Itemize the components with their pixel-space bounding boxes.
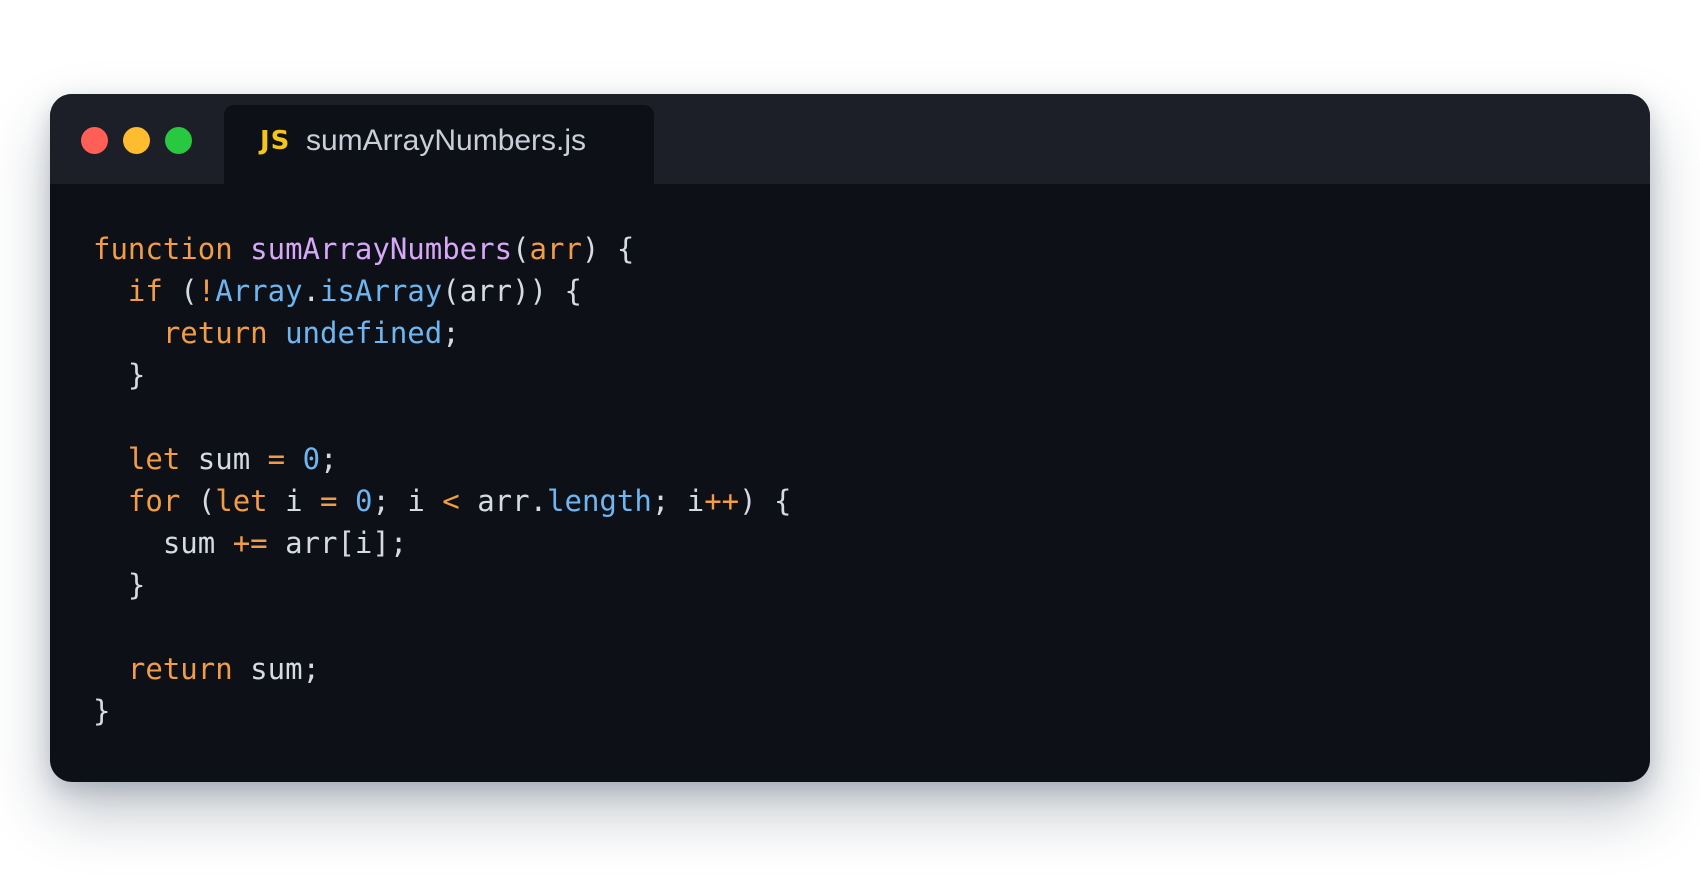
code-token: ; i bbox=[372, 484, 443, 518]
file-tab-label: sumArrayNumbers.js bbox=[306, 124, 587, 157]
code-token: length bbox=[547, 484, 652, 518]
code-line: sum += arr[i]; bbox=[93, 522, 792, 564]
code-window: JS sumArrayNumbers.js function sumArrayN… bbox=[50, 94, 1650, 782]
code-token: < bbox=[442, 484, 460, 518]
code-token: if bbox=[127, 274, 163, 308]
code-token: = bbox=[267, 442, 286, 476]
code-token: ( bbox=[512, 232, 530, 266]
code-token: for bbox=[127, 484, 181, 518]
code-token: let bbox=[215, 484, 268, 518]
code-line: } bbox=[93, 690, 792, 732]
code-line: let sum = 0; bbox=[93, 438, 792, 480]
code-token: ) { bbox=[581, 232, 635, 266]
code-token: } bbox=[93, 358, 146, 392]
code-token: return bbox=[127, 652, 233, 686]
code-token: } bbox=[93, 694, 111, 728]
code-token: . bbox=[302, 274, 321, 308]
code-token: return bbox=[162, 316, 268, 350]
code-line: for (let i = 0; i < arr.length; i++) { bbox=[93, 480, 792, 522]
code-token: ; i bbox=[651, 484, 705, 518]
code-line: return sum; bbox=[93, 648, 792, 690]
maximize-window-button[interactable] bbox=[165, 127, 192, 154]
code-token: } bbox=[93, 568, 146, 602]
code-token: let bbox=[127, 442, 181, 476]
file-tab[interactable]: JS sumArrayNumbers.js bbox=[224, 105, 654, 184]
code-token: arr. bbox=[459, 484, 548, 518]
code-line: if (!Array.isArray(arr)) { bbox=[93, 270, 792, 312]
code-line: } bbox=[93, 354, 792, 396]
code-token: (arr)) { bbox=[442, 274, 582, 308]
code-editor[interactable]: function sumArrayNumbers(arr) { if (!Arr… bbox=[93, 228, 792, 732]
code-token: arr[i]; bbox=[267, 526, 408, 560]
code-token: 0 bbox=[354, 484, 373, 518]
code-line: return undefined; bbox=[93, 312, 792, 354]
minimize-window-button[interactable] bbox=[123, 127, 150, 154]
code-token: ; bbox=[320, 442, 338, 476]
close-window-button[interactable] bbox=[81, 127, 108, 154]
code-token: ! bbox=[197, 274, 216, 308]
code-token: arr bbox=[529, 232, 582, 266]
code-line: } bbox=[93, 564, 792, 606]
code-line: function sumArrayNumbers(arr) { bbox=[93, 228, 792, 270]
code-token: ) { bbox=[739, 484, 792, 518]
code-token: 0 bbox=[302, 442, 321, 476]
code-token: ++ bbox=[704, 484, 740, 518]
code-token: undefined bbox=[285, 316, 443, 350]
code-token: ( bbox=[180, 484, 216, 518]
code-token: function bbox=[93, 232, 233, 266]
code-token: isArray bbox=[320, 274, 443, 308]
code-token: sumArrayNumbers bbox=[250, 232, 513, 266]
code-token: ( bbox=[162, 274, 198, 308]
javascript-file-icon: JS bbox=[260, 126, 291, 156]
code-token: Array bbox=[215, 274, 303, 308]
code-token: ; bbox=[442, 316, 460, 350]
code-token: += bbox=[232, 526, 268, 560]
code-token: sum; bbox=[232, 652, 320, 686]
title-bar: JS sumArrayNumbers.js bbox=[50, 94, 1650, 184]
code-token: sum bbox=[93, 526, 233, 560]
code-token: sum bbox=[180, 442, 268, 476]
code-token: i bbox=[267, 484, 321, 518]
code-token: = bbox=[320, 484, 338, 518]
